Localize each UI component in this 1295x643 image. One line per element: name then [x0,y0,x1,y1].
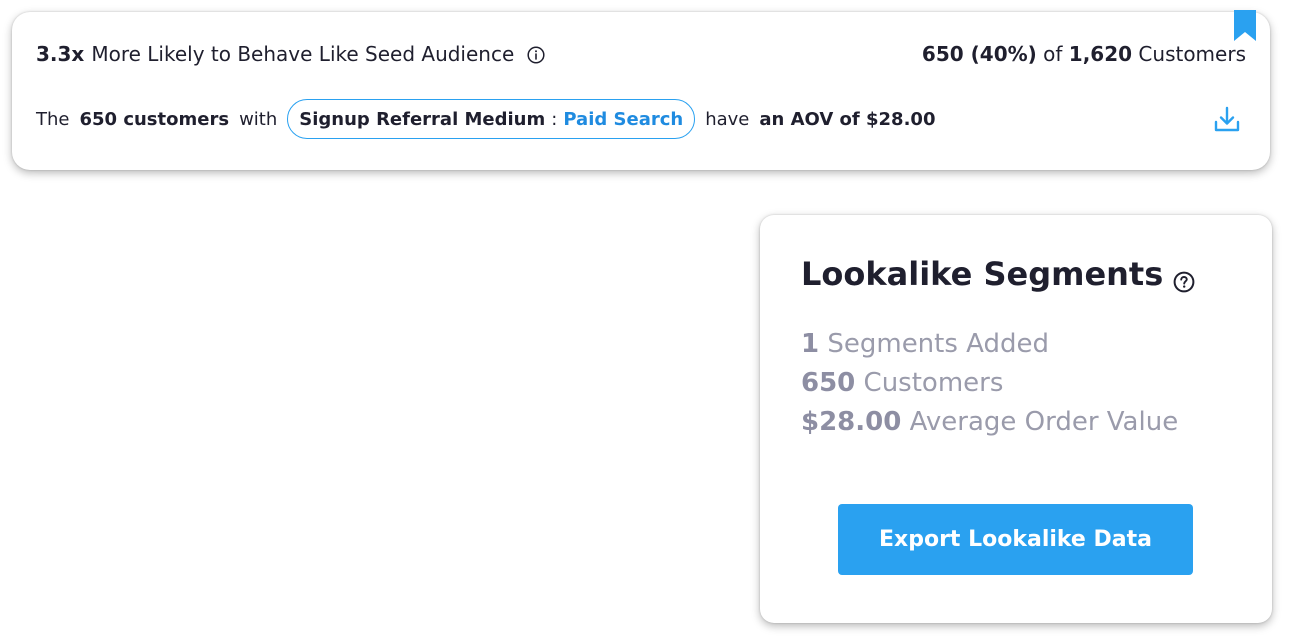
stat-label: Customers [863,368,1004,398]
segment-summary-row: 3.3x More Likely to Behave Like Seed Aud… [36,40,1246,68]
segment-card: 3.3x More Likely to Behave Like Seed Aud… [12,12,1270,170]
customers-count: 650 customers [79,108,230,130]
info-icon[interactable] [527,45,545,64]
have-word: have [705,108,750,130]
total-customers: 1,620 [1068,42,1133,66]
attribute-pill[interactable]: Signup Referral Medium : Paid Search [287,99,696,139]
customer-count-summary: 650 (40%) of 1,620 Customers [922,42,1246,66]
stat-average-order-value: $28.00 Average Order Value [801,403,1178,442]
download-icon[interactable] [1212,104,1242,134]
lookalike-stats: 1 Segments Added 650 Customers $28.00 Av… [801,325,1178,442]
headline-text: More Likely to Behave Like Seed Audience [91,42,515,66]
aov-text: an AOV of $28.00 [759,108,936,130]
attribute-key: Signup Referral Medium [299,108,546,130]
question-circle-icon[interactable] [1173,263,1195,293]
stat-segments-added: 1 Segments Added [801,325,1178,364]
segment-count-pct: 650 (40%) [921,42,1037,66]
stat-value: 650 [801,368,856,398]
sentence-prefix: The [36,108,70,130]
lookalike-title: Lookalike Segments [801,255,1195,293]
customers-suffix: Customers [1138,42,1246,66]
lookalike-title-text: Lookalike Segments [801,255,1164,293]
attribute-value: Paid Search [563,108,684,130]
stat-label: Segments Added [827,329,1050,359]
segment-headline: 3.3x More Likely to Behave Like Seed Aud… [36,42,545,66]
export-lookalike-data-button[interactable]: Export Lookalike Data [838,504,1193,575]
lookalike-card: Lookalike Segments 1 Segments Added 650 … [760,215,1272,623]
segment-description-row: The 650 customers with Signup Referral M… [36,98,1256,140]
of-word: of [1043,42,1063,66]
stat-customers: 650 Customers [801,364,1178,403]
stat-label: Average Order Value [909,407,1179,437]
attribute-separator: : [551,108,558,130]
bookmark-icon[interactable] [1233,10,1257,42]
stat-value: $28.00 [801,407,902,437]
stat-value: 1 [801,329,820,359]
likelihood-multiplier: 3.3x [36,42,85,66]
with-word: with [239,108,278,130]
